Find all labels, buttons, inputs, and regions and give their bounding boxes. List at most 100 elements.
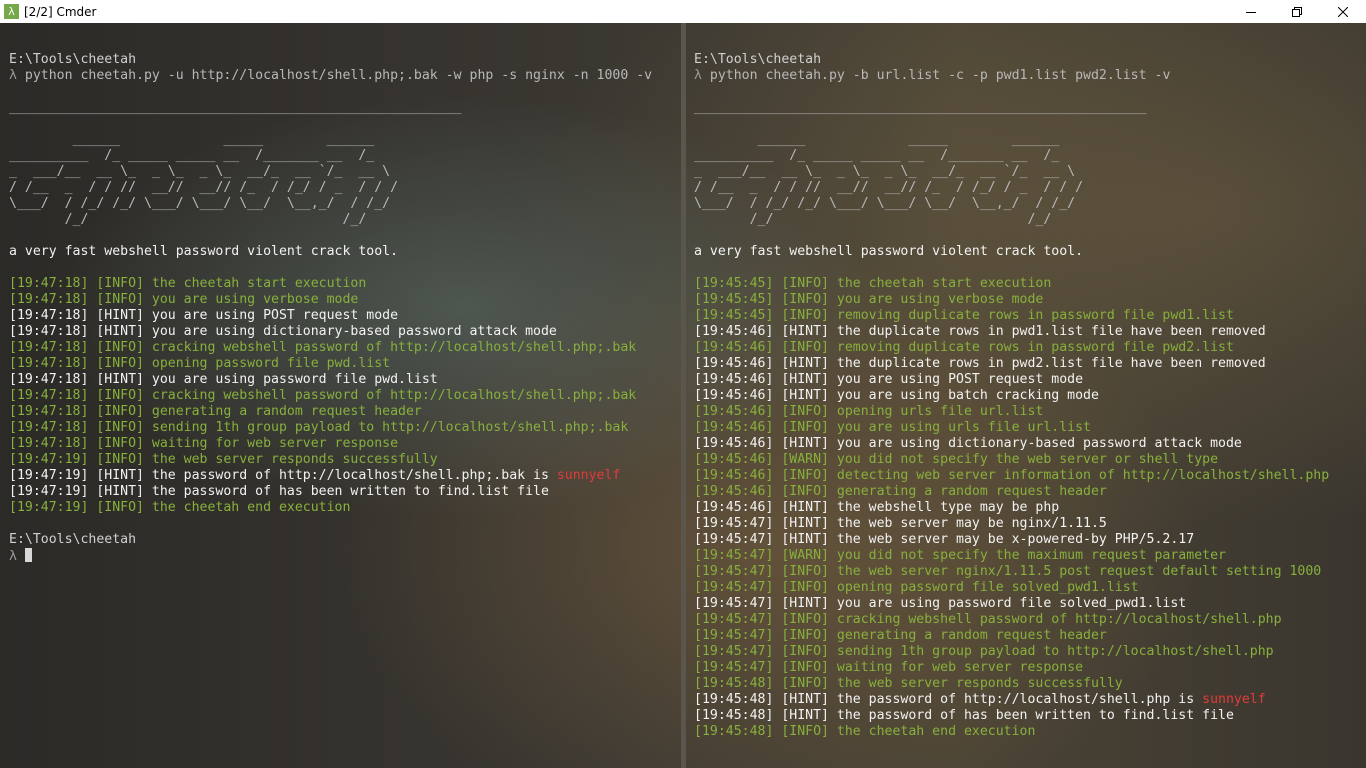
terminal-line: [19:45:47] [INFO] cracking webshell pass… (694, 612, 1329, 628)
terminal-line: [19:45:46] [HINT] the webshell type may … (694, 500, 1329, 516)
terminal-line: [19:45:48] [INFO] the cheetah end execut… (694, 724, 1329, 740)
terminal-area: E:\Tools\cheetah λ python cheetah.py -u h… (0, 23, 1366, 768)
terminal-text: [19:45:46] [HINT] you are using batch cr… (694, 388, 1099, 403)
terminal-line: [19:45:45] [INFO] removing duplicate row… (694, 308, 1329, 324)
terminal-line: [19:47:19] [HINT] the password of has be… (9, 484, 652, 500)
terminal-line: λ python cheetah.py -b url.list -c -p pw… (694, 68, 1329, 84)
terminal-line: [19:45:47] [INFO] sending 1th group payl… (694, 644, 1329, 660)
close-button[interactable] (1320, 0, 1366, 23)
terminal-text: ______ _____ ______ (694, 132, 1060, 147)
terminal-text: [19:47:18] [INFO] cracking webshell pass… (9, 388, 637, 403)
terminal-text: [19:45:46] [INFO] opening urls file url.… (694, 404, 1044, 419)
terminal-text: ________________________________________… (694, 100, 1147, 115)
terminal-line: [19:45:46] [INFO] you are using urls fil… (694, 420, 1329, 436)
terminal-line: / /__ _ / / // __// __// /_ / /_/ / _ / … (694, 180, 1329, 196)
terminal-text: ________________________________________… (9, 100, 462, 115)
terminal-text: E:\Tools\cheetah (694, 52, 822, 67)
terminal-text: /_/ /_/ (9, 212, 367, 227)
terminal-text: _ ___/__ __ \_ _ \_ _ \_ __/_ __ `/_ __ … (9, 164, 391, 179)
terminal-line: [19:45:46] [HINT] the duplicate rows in … (694, 324, 1329, 340)
terminal-line: [19:45:48] [HINT] the password of http:/… (694, 692, 1329, 708)
terminal-output-right[interactable]: E:\Tools\cheetah λ python cheetah.py -b u… (694, 52, 1329, 740)
terminal-text: [19:45:47] [INFO] opening password file … (694, 580, 1139, 595)
terminal-line: [19:47:18] [HINT] you are using password… (9, 372, 652, 388)
terminal-line: _ ___/__ __ \_ _ \_ _ \_ __/_ __ `/_ __ … (694, 164, 1329, 180)
terminal-text: [19:45:46] [WARN] you did not specify th… (694, 452, 1219, 467)
terminal-line: λ python cheetah.py -u http://localhost/… (9, 68, 652, 84)
terminal-text: _ ___/__ __ \_ _ \_ _ \_ __/_ __ `/_ __ … (694, 164, 1076, 179)
terminal-line: ________________________________________… (694, 100, 1329, 116)
terminal-line: \___/ / /_/ /_/ \___/ \___/ \__/ \__,_/ … (694, 196, 1329, 212)
terminal-line: / /__ _ / / // __// __// /_ / /_/ / _ / … (9, 180, 652, 196)
terminal-line: [19:45:47] [HINT] the web server may be … (694, 532, 1329, 548)
terminal-line: __________ /_ _____ _____ __ /_______ __… (694, 148, 1329, 164)
terminal-text: [19:45:46] [HINT] the duplicate rows in … (694, 324, 1266, 339)
terminal-text: [19:45:46] [INFO] generating a random re… (694, 484, 1107, 499)
terminal-text: [19:45:45] [INFO] removing duplicate row… (694, 308, 1234, 323)
terminal-text: [19:47:18] [HINT] you are using dictiona… (9, 324, 557, 339)
terminal-line: [19:45:46] [HINT] you are using dictiona… (694, 436, 1329, 452)
cracked-password-text: sunnyelf (1202, 692, 1266, 707)
restore-button[interactable] (1274, 0, 1320, 23)
terminal-text: [19:45:46] [INFO] you are using urls fil… (694, 420, 1091, 435)
terminal-text: /_/ /_/ (694, 212, 1052, 227)
title-bar[interactable]: λ [2/2] Cmder (0, 0, 1366, 23)
prompt-lambda: λ (9, 68, 25, 83)
terminal-line: [19:45:46] [INFO] generating a random re… (694, 484, 1329, 500)
terminal-line: [19:47:18] [INFO] cracking webshell pass… (9, 388, 652, 404)
terminal-line: [19:47:18] [INFO] generating a random re… (9, 404, 652, 420)
terminal-line: [19:45:45] [INFO] you are using verbose … (694, 292, 1329, 308)
terminal-line: [19:45:46] [INFO] detecting web server i… (694, 468, 1329, 484)
terminal-line: [19:47:19] [HINT] the password of http:/… (9, 468, 652, 484)
minimize-button[interactable] (1228, 0, 1274, 23)
console-pane-left[interactable]: E:\Tools\cheetah λ python cheetah.py -u h… (0, 23, 681, 768)
terminal-line: __________ /_ _____ _____ __ /_______ __… (9, 148, 652, 164)
terminal-text: [19:45:48] [HINT] the password of has be… (694, 708, 1234, 723)
terminal-line: [19:47:18] [INFO] sending 1th group payl… (9, 420, 652, 436)
terminal-text: E:\Tools\cheetah (9, 532, 137, 547)
console-pane-right[interactable]: E:\Tools\cheetah λ python cheetah.py -b u… (686, 23, 1366, 768)
terminal-text: [19:47:19] [HINT] the password of has be… (9, 484, 549, 499)
minimize-icon (1246, 11, 1256, 13)
terminal-text: python cheetah.py -b url.list -c -p pwd1… (709, 68, 1171, 83)
terminal-text: [19:45:46] [INFO] detecting web server i… (694, 468, 1330, 483)
terminal-text: python cheetah.py -u http://localhost/sh… (24, 68, 653, 83)
terminal-output-left[interactable]: E:\Tools\cheetah λ python cheetah.py -u h… (9, 52, 652, 564)
terminal-text: [19:45:46] [INFO] removing duplicate row… (694, 340, 1234, 355)
terminal-text: a very fast webshell password violent cr… (9, 244, 399, 259)
terminal-line: [19:45:45] [INFO] the cheetah start exec… (694, 276, 1329, 292)
terminal-text: [19:45:47] [HINT] the web server may be … (694, 532, 1195, 547)
lambda-app-icon: λ (4, 4, 19, 19)
terminal-line: [19:47:18] [INFO] cracking webshell pass… (9, 340, 652, 356)
terminal-text: [19:45:47] [INFO] waiting for web server… (694, 660, 1084, 675)
terminal-text: [19:45:47] [INFO] generating a random re… (694, 628, 1107, 643)
terminal-text: [19:47:18] [INFO] sending 1th group payl… (9, 420, 629, 435)
terminal-text: [19:45:47] [HINT] the web server may be … (694, 516, 1107, 531)
terminal-text: \___/ / /_/ /_/ \___/ \___/ \__/ \__,_/ … (694, 196, 1076, 211)
terminal-line: [19:45:46] [HINT] the duplicate rows in … (694, 356, 1329, 372)
terminal-text: [19:45:46] [HINT] you are using dictiona… (694, 436, 1242, 451)
terminal-text: / /__ _ / / // __// __// /_ / /_/ / _ / … (9, 180, 399, 195)
terminal-line: [19:47:19] [INFO] the web server respond… (9, 452, 652, 468)
terminal-line: [19:47:18] [HINT] you are using dictiona… (9, 324, 652, 340)
terminal-line: E:\Tools\cheetah (9, 532, 652, 548)
terminal-line: [19:47:18] [HINT] you are using POST req… (9, 308, 652, 324)
terminal-line: a very fast webshell password violent cr… (694, 244, 1329, 260)
terminal-text: / /__ _ / / // __// __// /_ / /_/ / _ / … (694, 180, 1084, 195)
terminal-line: a very fast webshell password violent cr… (9, 244, 652, 260)
window-title: [2/2] Cmder (24, 4, 97, 19)
terminal-text: [19:45:45] [INFO] you are using verbose … (694, 292, 1044, 307)
terminal-text: __________ /_ _____ _____ __ /_______ __… (9, 148, 375, 163)
terminal-text: [19:47:19] [HINT] the password of http:/… (9, 468, 557, 483)
terminal-line: [19:45:47] [INFO] waiting for web server… (694, 660, 1329, 676)
terminal-text: [19:45:47] [WARN] you did not specify th… (694, 548, 1226, 563)
terminal-text: [19:45:47] [INFO] the web server nginx/1… (694, 564, 1322, 579)
terminal-line: [19:45:46] [INFO] opening urls file url.… (694, 404, 1329, 420)
